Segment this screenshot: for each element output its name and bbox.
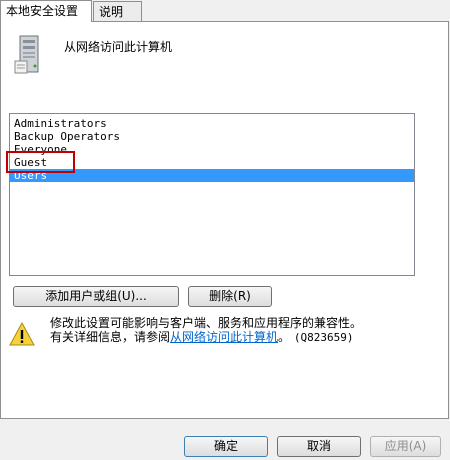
users-groups-list[interactable]: Administrators Backup Operators Everyone… [9, 113, 415, 276]
remove-button[interactable]: 删除(R) [188, 286, 272, 307]
tab-local-security-setting[interactable]: 本地安全设置 [0, 0, 92, 22]
warning-line2: 有关详细信息，请参阅从网络访问此计算机。 (Q823659) [50, 330, 430, 345]
kb-reference: (Q823659) [293, 331, 354, 344]
list-item[interactable]: Administrators [10, 117, 414, 130]
warning-line2-suffix: 。 [278, 330, 291, 344]
list-item[interactable]: Backup Operators [10, 130, 414, 143]
list-item[interactable]: Everyone [10, 143, 414, 156]
list-item[interactable]: Guest [10, 156, 414, 169]
add-user-or-group-button[interactable]: 添加用户或组(U)... [13, 286, 179, 307]
apply-button[interactable]: 应用(A) [370, 436, 441, 457]
list-item-selected[interactable]: Users [10, 169, 414, 182]
compatibility-warning: 修改此设置可能影响与客户端、服务和应用程序的兼容性。 有关详细信息，请参阅从网络… [50, 316, 430, 345]
policy-title: 从网络访问此计算机 [64, 40, 173, 54]
tab-strip: 本地安全设置 说明 [0, 0, 450, 22]
cancel-button[interactable]: 取消 [277, 436, 361, 457]
warning-icon [9, 322, 35, 346]
warning-line1: 修改此设置可能影响与客户端、服务和应用程序的兼容性。 [50, 316, 363, 330]
server-icon [14, 35, 39, 74]
help-link[interactable]: 从网络访问此计算机 [170, 330, 278, 344]
ok-button[interactable]: 确定 [184, 436, 268, 457]
warning-line2-prefix: 有关详细信息，请参阅 [50, 330, 171, 344]
tab-explain[interactable]: 说明 [93, 1, 142, 21]
